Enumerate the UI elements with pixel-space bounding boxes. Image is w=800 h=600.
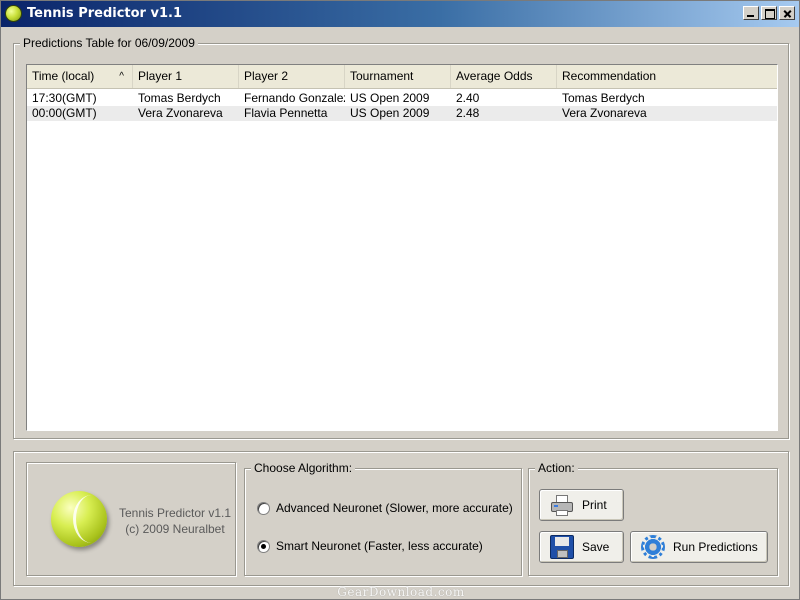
minimize-button[interactable] <box>743 6 759 20</box>
radio-label: Smart Neuronet (Faster, less accurate) <box>276 539 483 553</box>
cell-average-odds: 2.48 <box>456 106 480 120</box>
cell-player1: Vera Zvonareva <box>138 106 223 120</box>
cell-average-odds: 2.40 <box>456 91 480 105</box>
cell-player2: Fernando Gonzalez <box>244 91 345 105</box>
predictions-table[interactable]: Time (local) ^ Player 1 Player 2 Tournam… <box>26 64 778 431</box>
window-controls <box>743 6 795 20</box>
column-header-player1[interactable]: Player 1 <box>133 65 239 88</box>
sort-ascending-icon: ^ <box>119 71 124 82</box>
cell-time: 00:00(GMT) <box>32 106 97 120</box>
printer-icon <box>550 493 574 517</box>
column-header-average-odds[interactable]: Average Odds <box>451 65 557 88</box>
table-row[interactable]: 00:00(GMT) Vera Zvonareva Flavia Pennett… <box>27 106 777 121</box>
title-bar[interactable]: Tennis Predictor v1.1 <box>1 1 799 27</box>
tennis-ball-icon <box>5 5 22 22</box>
about-box: Tennis Predictor v1.1 (c) 2009 Neuralbet <box>26 462 236 576</box>
maximize-button[interactable] <box>761 6 777 20</box>
action-group-label: Action: <box>535 461 578 475</box>
column-header-label: Time (local) <box>32 69 95 83</box>
cell-tournament: US Open 2009 <box>350 106 430 120</box>
window-title: Tennis Predictor v1.1 <box>27 6 182 21</box>
column-header-player2[interactable]: Player 2 <box>239 65 345 88</box>
cell-recommendation: Tomas Berdych <box>562 91 645 105</box>
action-group: Action: Print Save Run Predictions <box>528 461 778 576</box>
cell-player1: Tomas Berdych <box>138 91 221 105</box>
watermark-text: GearDownload.com <box>337 585 465 599</box>
column-header-recommendation[interactable]: Recommendation <box>557 65 777 88</box>
about-version: Tennis Predictor v1.1 <box>118 506 232 520</box>
radio-smart-neuronet[interactable]: Smart Neuronet (Faster, less accurate) <box>257 539 483 553</box>
predictions-group-label: Predictions Table for 06/09/2009 <box>20 36 198 50</box>
cell-tournament: US Open 2009 <box>350 91 430 105</box>
algorithm-group: Choose Algorithm: Advanced Neuronet (Slo… <box>244 461 522 576</box>
radio-button[interactable] <box>257 501 270 515</box>
save-button[interactable]: Save <box>539 531 624 563</box>
radio-label: Advanced Neuronet (Slower, more accurate… <box>276 501 513 515</box>
run-predictions-label: Run Predictions <box>673 540 758 554</box>
table-body: 17:30(GMT) Tomas Berdych Fernando Gonzal… <box>27 91 777 121</box>
tennis-ball-logo-icon <box>51 491 107 547</box>
run-predictions-button[interactable]: Run Predictions <box>630 531 768 563</box>
floppy-disk-icon <box>550 535 574 559</box>
save-button-label: Save <box>582 540 610 554</box>
cell-time: 17:30(GMT) <box>32 91 97 105</box>
app-window: Tennis Predictor v1.1 Predictions Table … <box>0 0 800 600</box>
predictions-group: Predictions Table for 06/09/2009 Time (l… <box>13 36 789 439</box>
radio-button-selected[interactable] <box>257 539 270 553</box>
about-copyright: (c) 2009 Neuralbet <box>125 522 225 536</box>
table-header: Time (local) ^ Player 1 Player 2 Tournam… <box>27 65 777 89</box>
radio-advanced-neuronet[interactable]: Advanced Neuronet (Slower, more accurate… <box>257 501 513 515</box>
about-text: Tennis Predictor v1.1 (c) 2009 Neuralbet <box>117 505 233 537</box>
close-button[interactable] <box>779 6 795 20</box>
print-button[interactable]: Print <box>539 489 624 521</box>
algorithm-group-label: Choose Algorithm: <box>251 461 356 475</box>
print-button-label: Print <box>582 498 607 512</box>
column-header-tournament[interactable]: Tournament <box>345 65 451 88</box>
table-row[interactable]: 17:30(GMT) Tomas Berdych Fernando Gonzal… <box>27 91 777 106</box>
gear-icon <box>641 535 665 559</box>
cell-recommendation: Vera Zvonareva <box>562 106 647 120</box>
bottom-panel: Tennis Predictor v1.1 (c) 2009 Neuralbet… <box>13 451 789 586</box>
column-header-time[interactable]: Time (local) ^ <box>27 65 133 88</box>
cell-player2: Flavia Pennetta <box>244 106 328 120</box>
